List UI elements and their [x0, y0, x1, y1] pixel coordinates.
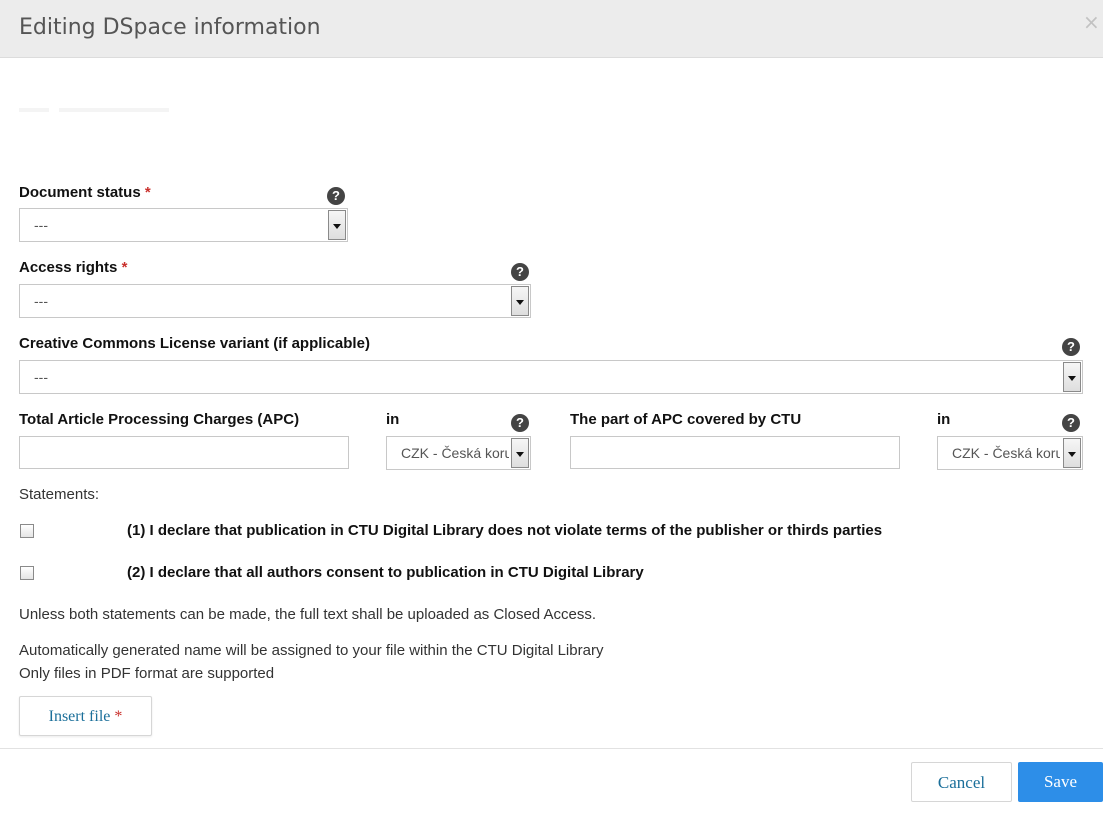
apc-total-currency-select[interactable]: CZK - Česká koruna — [386, 436, 531, 470]
required-mark: * — [121, 259, 128, 276]
statements-note: Unless both statements can be made, the … — [19, 606, 597, 623]
chevron-down-icon[interactable] — [1063, 438, 1081, 468]
insert-file-button[interactable]: Insert file * — [19, 696, 152, 736]
apc-total-label: Total Article Processing Charges (APC) — [19, 411, 300, 428]
apc-total-input[interactable] — [19, 436, 349, 469]
footer-divider — [0, 748, 1103, 749]
document-status-select[interactable]: --- — [19, 208, 348, 242]
apc-ctu-input[interactable] — [570, 436, 900, 469]
select-value: --- — [34, 217, 48, 233]
cc-license-select[interactable]: --- — [19, 360, 1083, 394]
faint-placeholder-line — [19, 108, 169, 118]
cancel-button[interactable]: Cancel — [911, 762, 1012, 802]
chevron-down-icon[interactable] — [511, 438, 529, 468]
select-value: CZK - Česká koruna — [952, 445, 1060, 461]
access-rights-label: Access rights * — [19, 259, 128, 276]
dialog-title: Editing DSpace information — [19, 15, 321, 40]
file-info-line-2: Only files in PDF format are supported — [19, 665, 275, 682]
document-status-label: Document status * — [19, 184, 151, 201]
required-mark: * — [144, 184, 151, 201]
help-icon[interactable]: ? — [511, 263, 529, 281]
dialog-header: Editing DSpace information × — [0, 0, 1103, 58]
statement-1-checkbox[interactable] — [20, 524, 34, 538]
select-value: --- — [34, 293, 48, 309]
select-value: --- — [34, 369, 48, 385]
help-icon[interactable]: ? — [1062, 338, 1080, 356]
apc-ctu-label: The part of APC covered by CTU — [570, 411, 802, 428]
statement-2-text: (2) I declare that all authors consent t… — [127, 564, 644, 581]
close-icon[interactable]: × — [1083, 12, 1103, 32]
statement-2-checkbox[interactable] — [20, 566, 34, 580]
apc-ctu-currency-select[interactable]: CZK - Česká koruna — [937, 436, 1083, 470]
statement-1-text: (1) I declare that publication in CTU Di… — [127, 522, 883, 539]
required-mark: * — [114, 708, 123, 725]
file-info-line-1: Automatically generated name will be ass… — [19, 642, 604, 659]
chevron-down-icon[interactable] — [1063, 362, 1081, 392]
statements-heading: Statements: — [19, 486, 100, 503]
save-button[interactable]: Save — [1018, 762, 1103, 802]
apc-total-currency-label: in — [386, 411, 400, 428]
apc-ctu-currency-label: in — [937, 411, 951, 428]
chevron-down-icon[interactable] — [328, 210, 346, 240]
select-value: CZK - Česká koruna — [401, 445, 509, 461]
help-icon[interactable]: ? — [327, 187, 345, 205]
chevron-down-icon[interactable] — [511, 286, 529, 316]
help-icon[interactable]: ? — [1062, 414, 1080, 432]
access-rights-select[interactable]: --- — [19, 284, 531, 318]
cc-license-label: Creative Commons License variant (if app… — [19, 335, 370, 352]
help-icon[interactable]: ? — [511, 414, 529, 432]
